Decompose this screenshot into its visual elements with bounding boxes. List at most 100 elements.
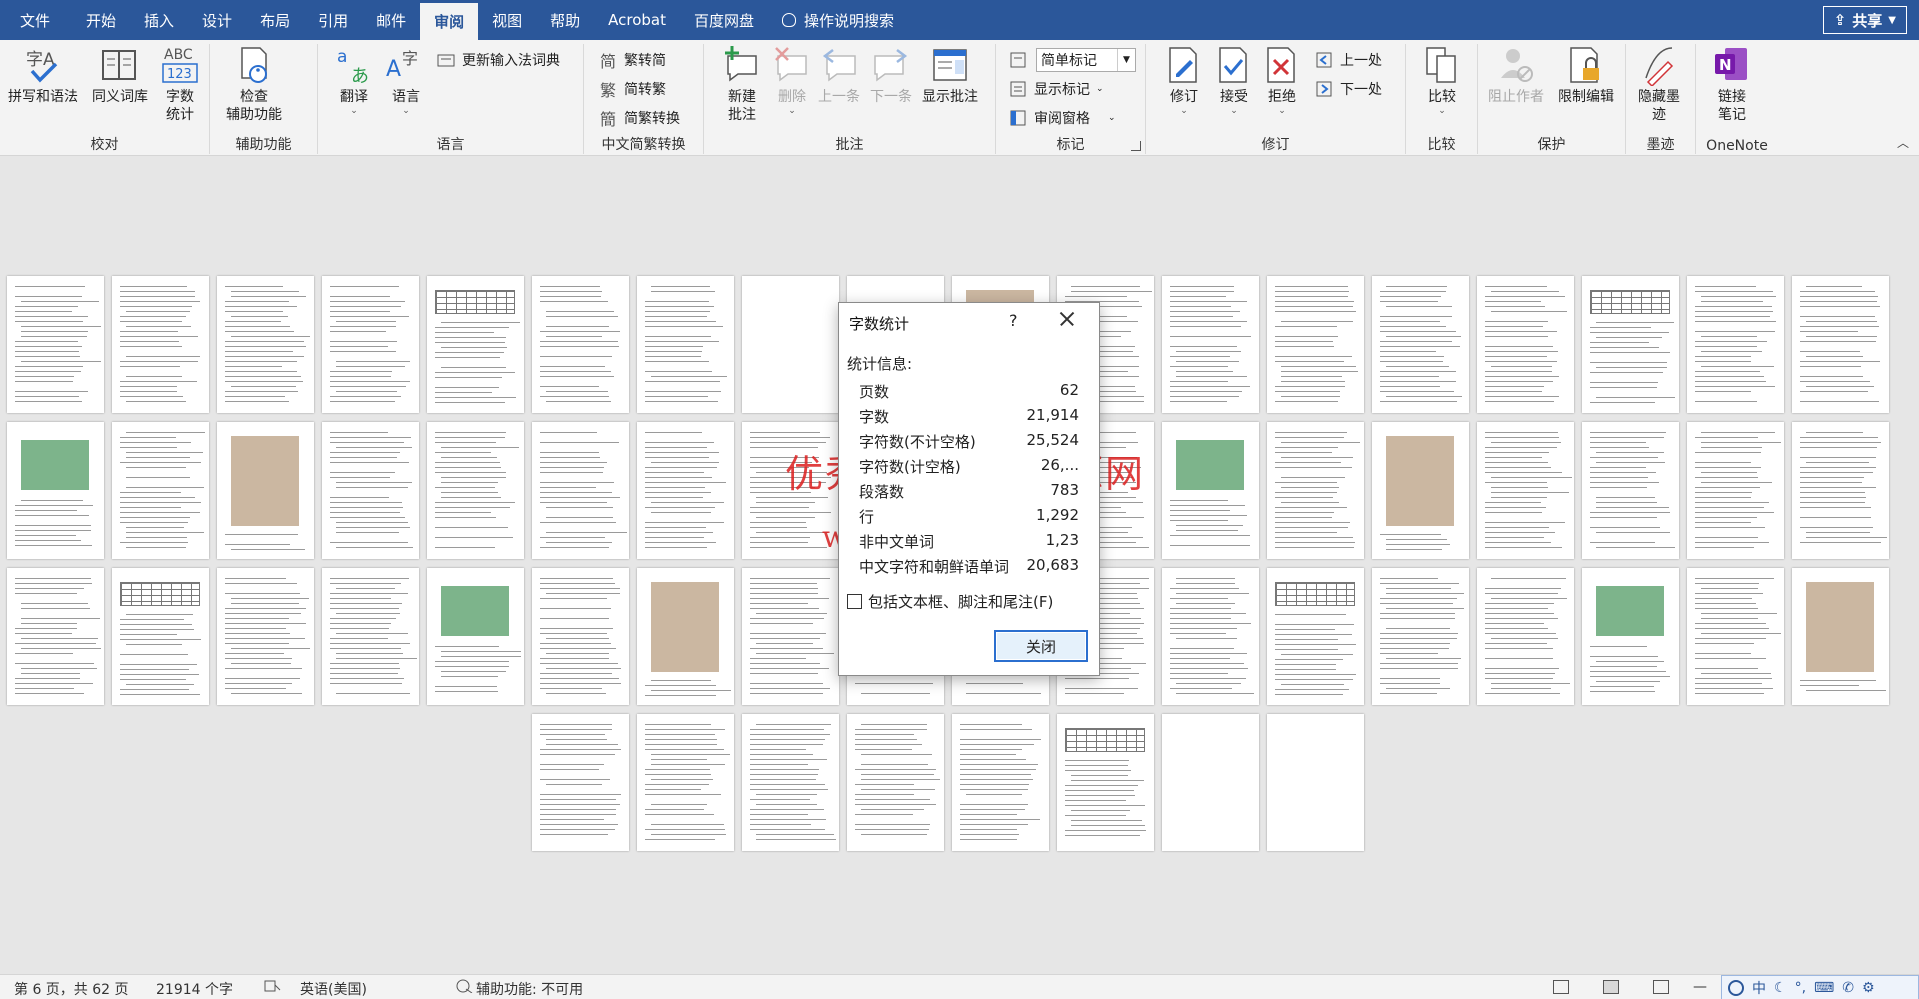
tab-file[interactable]: 文件 <box>0 0 72 40</box>
page-thumbnail[interactable] <box>1162 568 1259 705</box>
page-thumbnail[interactable] <box>7 276 104 413</box>
page-thumbnail[interactable] <box>7 422 104 559</box>
page-indicator[interactable]: 第 6 页，共 62 页 <box>14 979 129 999</box>
page-thumbnail[interactable] <box>742 422 839 559</box>
previous-change-button[interactable]: 上一处 <box>1314 48 1382 72</box>
page-thumbnail[interactable] <box>1687 568 1784 705</box>
translate-button[interactable]: aあ 翻译 ⌄ <box>334 44 374 116</box>
page-thumbnail[interactable] <box>1582 276 1679 413</box>
include-textboxes-checkbox[interactable] <box>847 594 862 609</box>
half-width-moon-icon[interactable]: ☾ <box>1774 980 1787 996</box>
tracking-options-launcher[interactable] <box>1131 141 1141 151</box>
page-thumbnail[interactable] <box>1687 422 1784 559</box>
page-thumbnail[interactable] <box>1687 276 1784 413</box>
tab-help[interactable]: 帮助 <box>536 0 594 40</box>
punctuation-icon[interactable]: °, <box>1795 980 1806 996</box>
tab-references[interactable]: 引用 <box>304 0 362 40</box>
hide-ink-button[interactable]: 隐藏墨 迹 <box>1638 44 1680 124</box>
page-thumbnail[interactable] <box>1162 714 1259 851</box>
update-ime-dictionary-button[interactable]: 更新输入法词典 <box>436 48 560 72</box>
language-button[interactable]: A字 语言 ⌄ <box>386 44 426 116</box>
chevron-down-icon[interactable]: ▼ <box>1117 49 1135 71</box>
page-thumbnail[interactable] <box>217 422 314 559</box>
page-thumbnail[interactable] <box>1372 422 1469 559</box>
new-comment-button[interactable]: 新建 批注 <box>722 44 762 124</box>
print-layout-icon[interactable] <box>1603 980 1619 994</box>
keyboard-icon[interactable]: ⌨ <box>1814 980 1834 996</box>
collapse-ribbon-icon[interactable]: ︿ <box>1897 134 1909 151</box>
voice-icon[interactable]: ✆ <box>1842 980 1854 996</box>
accessibility-indicator[interactable]: 辅助功能: 不可用 <box>476 979 583 999</box>
share-button[interactable]: ⇪ 共享 ▼ <box>1822 6 1907 34</box>
page-thumbnail[interactable] <box>1792 276 1889 413</box>
tab-view[interactable]: 视图 <box>478 0 536 40</box>
page-thumbnail[interactable] <box>1792 422 1889 559</box>
web-layout-icon[interactable] <box>1653 980 1669 994</box>
page-thumbnail[interactable] <box>1477 276 1574 413</box>
page-thumbnail[interactable] <box>742 568 839 705</box>
include-textboxes-option[interactable]: 包括文本框、脚注和尾注(F) <box>847 591 1053 612</box>
page-thumbnail[interactable] <box>322 568 419 705</box>
page-thumbnail[interactable] <box>1057 714 1154 851</box>
word-count-indicator[interactable]: 21914 个字 <box>156 979 233 999</box>
track-changes-button[interactable]: 修订 ⌄ <box>1164 44 1204 116</box>
read-mode-icon[interactable] <box>1553 980 1569 994</box>
tell-me-search[interactable]: 操作说明搜索 <box>768 0 908 40</box>
settings-icon[interactable]: ⚙ <box>1862 980 1875 996</box>
linked-notes-button[interactable]: N 链接 笔记 <box>1712 44 1752 124</box>
page-thumbnail[interactable] <box>427 276 524 413</box>
tab-mailings[interactable]: 邮件 <box>362 0 420 40</box>
page-thumbnail[interactable] <box>637 276 734 413</box>
page-thumbnail[interactable] <box>532 276 629 413</box>
page-thumbnail[interactable] <box>427 568 524 705</box>
previous-comment-button[interactable]: 上一条 <box>818 44 860 106</box>
tab-acrobat[interactable]: Acrobat <box>594 0 680 40</box>
page-thumbnail[interactable] <box>1582 422 1679 559</box>
page-thumbnail[interactable] <box>7 568 104 705</box>
markup-display-select[interactable]: 简单标记 ▼ <box>1036 48 1136 72</box>
page-thumbnail[interactable] <box>1372 568 1469 705</box>
ime-logo-icon[interactable] <box>1728 979 1744 996</box>
reject-change-button[interactable]: 拒绝 ⌄ <box>1262 44 1302 116</box>
word-count-button[interactable]: ABC 123 字数 统计 <box>160 44 200 124</box>
close-icon[interactable] <box>1055 307 1079 331</box>
compare-button[interactable]: 比较 ⌄ <box>1422 44 1462 116</box>
tab-review[interactable]: 审阅 <box>420 0 479 40</box>
close-button[interactable]: 关闭 <box>994 630 1088 662</box>
page-thumbnail[interactable] <box>637 714 734 851</box>
next-change-button[interactable]: 下一处 <box>1314 77 1382 101</box>
check-accessibility-button[interactable]: 检查 辅助功能 <box>226 44 282 124</box>
page-thumbnail[interactable] <box>1267 568 1364 705</box>
to-traditional-button[interactable]: 繁 简转繁 <box>598 77 666 101</box>
block-authors-button[interactable]: 阻止作者 <box>1488 44 1544 106</box>
delete-comment-button[interactable]: 删除 ⌄ <box>772 44 812 116</box>
page-thumbnail[interactable] <box>742 276 839 413</box>
page-thumbnail[interactable] <box>637 422 734 559</box>
page-thumbnail[interactable] <box>1267 276 1364 413</box>
tab-home[interactable]: 开始 <box>72 0 130 40</box>
page-thumbnail[interactable] <box>1267 714 1364 851</box>
next-comment-button[interactable]: 下一条 <box>870 44 912 106</box>
spelling-grammar-button[interactable]: 字A 拼写和语法 <box>8 44 78 106</box>
tab-insert[interactable]: 插入 <box>130 0 188 40</box>
page-thumbnail[interactable] <box>217 568 314 705</box>
tab-baidu-netdisk[interactable]: 百度网盘 <box>680 0 768 40</box>
page-thumbnail[interactable] <box>217 276 314 413</box>
to-simplified-button[interactable]: 简 繁转简 <box>598 48 666 72</box>
convert-chinese-button[interactable]: 簡 简繁转换 <box>598 106 680 130</box>
thesaurus-button[interactable]: 同义词库 <box>92 44 148 106</box>
page-thumbnail[interactable] <box>742 714 839 851</box>
page-thumbnail[interactable] <box>1162 422 1259 559</box>
page-thumbnail[interactable] <box>637 568 734 705</box>
page-thumbnail[interactable] <box>847 714 944 851</box>
page-thumbnail[interactable] <box>1792 568 1889 705</box>
page-thumbnail[interactable] <box>1162 276 1259 413</box>
restrict-editing-button[interactable]: 限制编辑 <box>1558 44 1614 106</box>
show-markup-button[interactable]: 显示标记 ⌄ <box>1008 77 1104 101</box>
page-thumbnail[interactable] <box>322 422 419 559</box>
accept-change-button[interactable]: 接受 ⌄ <box>1214 44 1254 116</box>
page-thumbnail[interactable] <box>112 568 209 705</box>
help-icon[interactable]: ? <box>1009 311 1018 330</box>
page-thumbnail[interactable] <box>532 714 629 851</box>
page-thumbnail[interactable] <box>1477 568 1574 705</box>
